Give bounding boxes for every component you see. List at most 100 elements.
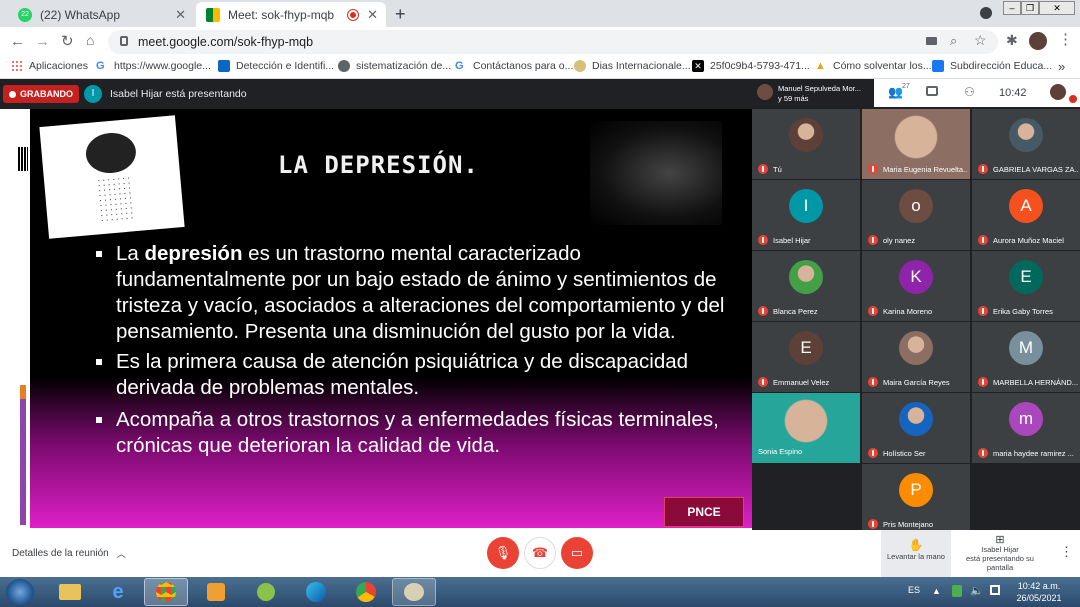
meet-icon [206, 7, 220, 22]
mic-off-button[interactable]: 🎙 [487, 537, 519, 569]
paint-icon [404, 583, 424, 601]
volume-icon[interactable]: 🔈 [970, 584, 984, 597]
chrome-taskbar-button[interactable] [144, 578, 188, 606]
participant-tile[interactable]: P Pris Montejano [862, 464, 970, 534]
new-tab-button[interactable]: + [395, 4, 406, 25]
media-taskbar-button[interactable] [194, 578, 238, 606]
host-more: y 59 más [778, 94, 809, 103]
presentation-area[interactable]: LA DEPRESIÓN. La depresión es un trastor… [0, 109, 752, 530]
address-bar[interactable]: meet.google.com/sok-fhyp-mqb ⌕ ☆ [108, 30, 998, 54]
network-status-icon[interactable] [990, 585, 1000, 595]
present-now-button[interactable]: ⊞ Isabel Hijar está presentando su panta… [952, 534, 1048, 573]
participant-name: Pris Montejano [868, 519, 968, 529]
chat-icon[interactable] [926, 86, 938, 96]
language-indicator[interactable]: ES [908, 585, 920, 595]
tab-meet[interactable]: Meet: sok-fhyp-mqb ✕ [196, 2, 386, 27]
bookmark-sistematizacion[interactable]: sistematización de... [338, 60, 451, 72]
meeting-details-label: Detalles de la reunión [12, 548, 109, 559]
network-taskbar-button[interactable] [244, 578, 288, 606]
self-avatar[interactable] [1050, 84, 1066, 100]
tray-expand-icon[interactable]: ▲ [932, 586, 941, 596]
start-button[interactable] [6, 579, 34, 605]
paint-taskbar-button[interactable] [392, 578, 436, 606]
participant-name: Sonia Espino [758, 447, 858, 456]
tray-app-icon[interactable] [952, 585, 962, 597]
participant-tile[interactable]: Maira García Reyes [862, 322, 970, 392]
tab-whatsapp[interactable]: 22 (22) WhatsApp ✕ [8, 2, 194, 27]
participant-tile[interactable]: Tú [752, 109, 860, 179]
bookmark-subdireccion[interactable]: Subdirección Educa... [932, 60, 1052, 72]
participant-tile[interactable]: E Emmanuel Velez [752, 322, 860, 392]
raise-hand-button[interactable]: ✋ Levantar la mano [881, 530, 951, 577]
restore-button[interactable]: ❐ [1021, 1, 1039, 15]
participant-name: GABRIELA VARGAS ZA... [978, 164, 1078, 174]
browser-toolbar: ← → ↻ ⌂ meet.google.com/sok-fhyp-mqb ⌕ ☆… [0, 27, 1080, 57]
leave-call-button[interactable]: ☎ [524, 537, 556, 569]
close-tab-icon[interactable]: ✕ [367, 7, 378, 23]
participant-tile[interactable]: K Karina Moreno [862, 251, 970, 321]
camera-off-button[interactable]: ▭ [561, 537, 593, 569]
explorer-taskbar-button[interactable] [48, 578, 92, 606]
ie-taskbar-button[interactable]: e [96, 578, 140, 606]
bookmark-star-icon[interactable]: ☆ [974, 32, 987, 49]
globe-icon [338, 60, 350, 72]
participant-name: Karina Moreno [868, 306, 968, 316]
clock[interactable]: 10:42 a.m. 26/05/2021 [1004, 580, 1074, 604]
reload-button[interactable]: ↻ [61, 32, 74, 50]
participant-tile[interactable]: GABRIELA VARGAS ZA... [972, 109, 1080, 179]
bookmark-dias[interactable]: Dias Internacionale... [574, 60, 691, 72]
home-button[interactable]: ⌂ [86, 32, 94, 48]
slide: LA DEPRESIÓN. La depresión es un trastor… [30, 109, 752, 528]
participant-tile[interactable]: I Isabel Hijar [752, 180, 860, 250]
participant-name: MARBELLA HERNÁND... [978, 377, 1078, 387]
edge-taskbar-button[interactable] [294, 578, 338, 606]
zoom-icon[interactable]: ⌕ [950, 33, 957, 49]
bookmark-25f0[interactable]: ✕ 25f0c9b4-5793-471... [692, 60, 810, 72]
participant-tile[interactable]: o oly nanez [862, 180, 970, 250]
people-icon[interactable]: 👥 [888, 85, 903, 99]
presenter-avatar: I [84, 85, 102, 103]
close-tab-icon[interactable]: ✕ [175, 7, 186, 23]
participant-name-label: Tú [773, 164, 782, 174]
participant-tile[interactable]: Blanca Perez [752, 251, 860, 321]
participant-tile[interactable]: m maria haydee ramirez ... [972, 393, 1080, 463]
more-options-icon[interactable]: ⋮ [1060, 544, 1073, 560]
menu-kebab-icon[interactable]: ⋮ [1058, 30, 1073, 48]
bookmark-google[interactable]: G https://www.google... [96, 60, 211, 72]
host-avatar [757, 84, 773, 100]
minimize-button[interactable]: – [1003, 1, 1021, 15]
profile-avatar[interactable] [1029, 32, 1047, 50]
participant-name: Blanca Perez [758, 306, 858, 316]
bookmark-contactanos[interactable]: G Contáctanos para o... [455, 60, 573, 72]
present-icon: ⊞ [995, 534, 1005, 546]
bookmark-como[interactable]: ▲ Cómo solventar los... [815, 60, 932, 72]
participant-tile[interactable]: Holístico Ser [862, 393, 970, 463]
media-icon [207, 583, 225, 601]
participant-tile[interactable]: M MARBELLA HERNÁND... [972, 322, 1080, 392]
bullet-bold: depresión [144, 242, 243, 265]
participant-name: Tú [758, 164, 858, 174]
close-window-button[interactable]: ✕ [1039, 1, 1075, 15]
bookmark-linkedin[interactable]: Detección e Identifi... [218, 60, 334, 72]
chrome-alt-taskbar-button[interactable] [344, 578, 388, 606]
bookmark-apps[interactable]: Aplicaciones [11, 60, 88, 72]
tab-search-icon[interactable] [980, 7, 992, 19]
bookmarks-more-button[interactable]: » [1058, 59, 1065, 74]
mic-muted-icon [868, 377, 878, 387]
activities-icon[interactable]: ⚇ [964, 85, 975, 99]
participant-tile[interactable]: Sonia Espino [752, 393, 860, 463]
participant-tile[interactable]: E Erika Gaby Torres [972, 251, 1080, 321]
camera-icon[interactable] [926, 37, 937, 45]
lock-icon [120, 36, 128, 46]
clock-date: 26/05/2021 [1016, 593, 1062, 603]
forward-button[interactable]: → [35, 33, 50, 50]
back-button[interactable]: ← [10, 33, 25, 50]
extensions-icon[interactable]: ✱ [1006, 32, 1018, 49]
mouse-cursor-icon: ➤ [56, 327, 67, 341]
participant-name-label: Erika Gaby Torres [993, 306, 1053, 316]
participant-tile[interactable]: Maria Eugenia Revuelta... [862, 109, 970, 179]
participant-tile[interactable]: A Aurora Muñoz Maciel [972, 180, 1080, 250]
meeting-details-button[interactable]: Detalles de la reunión ︿ [12, 547, 126, 560]
participant-avatar [899, 402, 933, 436]
participant-name-label: Aurora Muñoz Maciel [993, 235, 1064, 245]
